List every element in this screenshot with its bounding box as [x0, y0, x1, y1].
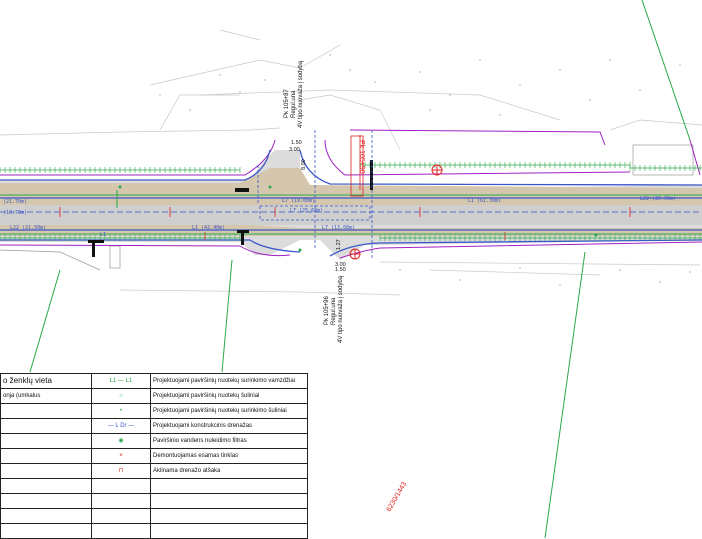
legend-left-cell — [0, 418, 92, 434]
legend-symbol: × — [91, 448, 151, 464]
legend-row: • Projektuojami paviršinių nuotekų surink… — [0, 403, 308, 419]
legend-left-cell: o ženklų vieta — [0, 373, 92, 389]
legend-row: ◉ Paviršinio vandens nuleidimo filtras — [0, 433, 308, 449]
legend-symbol — [91, 523, 151, 539]
legend-description — [150, 493, 308, 509]
svg-text:L1 (42.40m): L1 (42.40m) — [192, 225, 225, 231]
legend-symbol: — L Dr — — [91, 418, 151, 434]
legend-symbol: • — [91, 403, 151, 419]
stamp: 6230/1443 — [386, 481, 409, 513]
legend-description — [150, 478, 308, 494]
legend-description — [150, 523, 308, 539]
svg-text:L22 (21.50m): L22 (21.50m) — [10, 225, 46, 231]
legend-left-cell — [0, 508, 92, 524]
station-label: Pk 105+90 — [358, 140, 365, 174]
legend-symbol — [91, 493, 151, 509]
legend-description — [150, 508, 308, 524]
legend-left-cell — [0, 433, 92, 449]
legend-left-cell — [0, 523, 92, 539]
legend-description: Aklinama drenažo atšaka — [150, 463, 308, 479]
legend-description: Demontuojamas esamas tinklas — [150, 448, 308, 464]
legend-left-cell: onja (umkalus — [0, 388, 92, 404]
svg-text:8.00: 8.00 — [301, 159, 307, 170]
svg-text:1.50: 1.50 — [335, 267, 346, 273]
svg-text:Pk 105+96: Pk 105+96 — [324, 295, 330, 325]
svg-text:Regul.una: Regul.una — [291, 90, 297, 118]
svg-text:3.00: 3.00 — [289, 147, 300, 153]
svg-text:(10.70m): (10.70m) — [3, 210, 27, 216]
svg-text:4V tipo nuovaža į sodybą: 4V tipo nuovaža į sodybą — [298, 60, 304, 128]
svg-text:4V tipo nuovaža į sodybą: 4V tipo nuovaža į sodybą — [338, 275, 344, 343]
legend-row: × Demontuojamas esamas tinklas — [0, 448, 308, 464]
legend-row: ⊓ Aklinama drenažo atšaka — [0, 463, 308, 479]
legend-description: Projektuojami paviršinių nuotekų surinki… — [150, 403, 308, 419]
legend-left-cell — [0, 463, 92, 479]
svg-text:L7 (25.60m): L7 (25.60m) — [290, 208, 323, 214]
legend-table: o ženklų vieta L1 — L1 Projektuojami pavir… — [0, 373, 308, 539]
legend-left-cell — [0, 403, 92, 419]
svg-text:Pk 105+87: Pk 105+87 — [284, 88, 290, 118]
legend-symbol — [91, 508, 151, 524]
legend-description: Projektuojami konstrukcinis drenažas — [150, 418, 308, 434]
legend-row — [0, 508, 308, 524]
legend-row — [0, 523, 308, 539]
legend-description: Projektuojami paviršinių nuotekų surinki… — [150, 373, 308, 389]
svg-text:L1 (61.30m): L1 (61.30m) — [468, 198, 501, 204]
svg-text:L22 (20.00m): L22 (20.00m) — [640, 196, 676, 202]
svg-text:1.27: 1.27 — [336, 239, 342, 250]
legend-description: Projektuojami paviršinių nuotekų šulinia… — [150, 388, 308, 404]
legend-left-cell — [0, 493, 92, 509]
legend-symbol: ○ — [91, 388, 151, 404]
legend-symbol: ⊓ — [91, 463, 151, 479]
legend-symbol: L1 — L1 — [91, 373, 151, 389]
legend-row: onja (umkalus ○ Projektuojami paviršinių n… — [0, 388, 308, 404]
pk-label-bottom: Pk 105+96 Regul.una 4V tipo nuovaža į so… — [324, 275, 344, 343]
legend-row — [0, 493, 308, 509]
svg-text:L7 (13.00m): L7 (13.00m) — [322, 225, 355, 231]
legend-left-cell — [0, 478, 92, 494]
legend-description: Paviršinio vandens nuleidimo filtras — [150, 433, 308, 449]
svg-text:L1: L1 — [100, 232, 106, 238]
pk-label-top: Pk 105+87 Regul.una 4V tipo nuovaža į so… — [284, 60, 304, 128]
svg-text:6230/1443: 6230/1443 — [386, 481, 409, 513]
legend-row: — L Dr — Projektuojami konstrukcinis dren… — [0, 418, 308, 434]
legend-symbol: ◉ — [91, 433, 151, 449]
svg-text:1.50: 1.50 — [291, 140, 302, 146]
legend-left-cell — [0, 448, 92, 464]
svg-text:(21.70m): (21.70m) — [3, 199, 27, 205]
svg-text:L7 (19.00m): L7 (19.00m) — [282, 198, 315, 204]
svg-text:Regul.una: Regul.una — [331, 297, 337, 325]
legend-row — [0, 478, 308, 494]
legend-symbol — [91, 478, 151, 494]
legend-row: o ženklų vieta L1 — L1 Projektuojami pavir… — [0, 373, 308, 389]
